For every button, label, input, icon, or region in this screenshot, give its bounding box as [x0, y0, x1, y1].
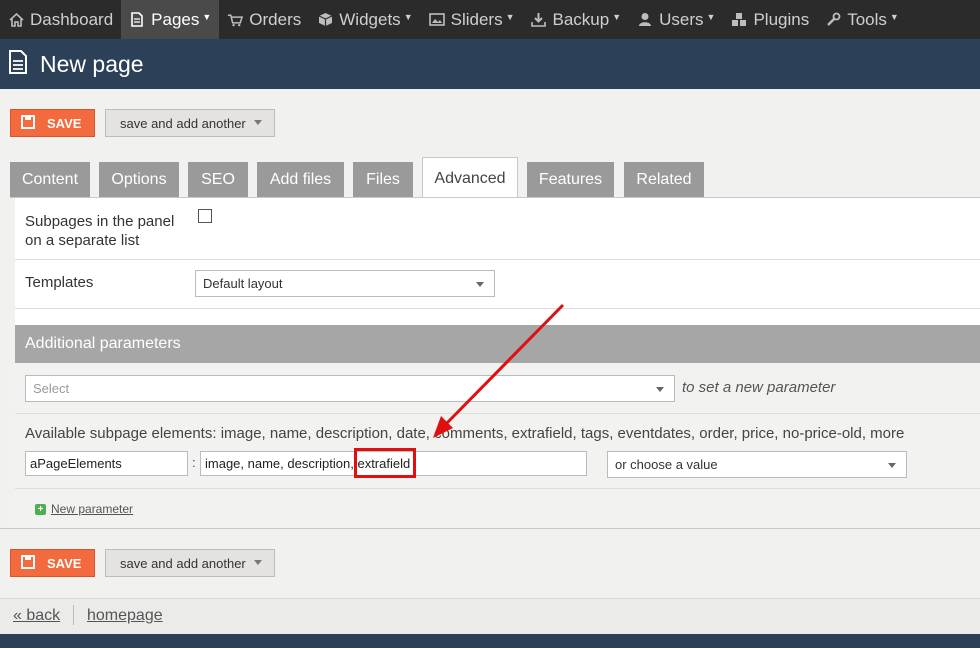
floppy-disk-icon — [21, 554, 35, 572]
nav-label: Sliders — [450, 9, 503, 29]
row-divider — [15, 488, 980, 489]
parameter-name-input[interactable]: aPageElements — [25, 451, 188, 476]
tab-content[interactable]: Content — [10, 162, 90, 198]
nav-label: Tools — [847, 9, 887, 29]
caret-down-icon — [476, 282, 484, 287]
new-parameter-link[interactable]: + New parameter — [35, 502, 133, 516]
footer-divider — [73, 605, 74, 625]
row-divider — [15, 308, 980, 309]
caret-down-icon: ▼ — [403, 11, 413, 22]
subpages-label: Subpages in the panel on a separate list — [25, 212, 174, 250]
new-parameter-label: New parameter — [51, 502, 134, 516]
additional-parameters-header: Additional parameters — [15, 325, 980, 363]
caret-down-icon: ▼ — [889, 11, 899, 22]
home-icon — [8, 12, 24, 28]
row-divider — [15, 413, 980, 414]
nav-label: Plugins — [753, 9, 810, 29]
caret-down-icon: ▼ — [706, 11, 716, 22]
page-header: New page — [0, 39, 980, 89]
cart-icon — [227, 12, 244, 28]
tab-advanced[interactable]: Advanced — [422, 157, 518, 199]
parameter-separator: : — [192, 455, 196, 470]
nav-item-orders[interactable]: Orders — [219, 0, 309, 39]
page-title: New page — [40, 50, 144, 77]
wrench-icon — [825, 12, 841, 28]
caret-down-icon: ▼ — [505, 11, 515, 22]
nav-item-sliders[interactable]: Sliders ▼ — [421, 0, 523, 39]
nav-item-users[interactable]: Users ▼ — [629, 0, 723, 39]
homepage-link[interactable]: homepage — [87, 607, 163, 625]
tab-options[interactable]: Options — [99, 162, 179, 198]
caret-down-icon — [656, 387, 664, 392]
nav-item-widgets[interactable]: Widgets ▼ — [309, 0, 420, 39]
annotation-highlight-box — [354, 448, 416, 478]
templates-select-value: Default layout — [203, 276, 283, 291]
nav-label: Backup — [552, 9, 610, 29]
plus-icon: + — [35, 503, 46, 515]
tab-bar: Content Options SEO Add files Files Adva… — [10, 157, 980, 199]
subpages-label-line2: on a separate list — [25, 232, 140, 249]
save-button-bottom[interactable]: SAVE — [10, 549, 95, 577]
parameter-select-placeholder: Select — [33, 381, 70, 396]
nav-item-pages[interactable]: Pages ▼ — [121, 0, 220, 39]
top-navigation: Dashboard Pages ▼ Orders Widgets ▼ Slide… — [0, 0, 980, 39]
row-divider — [15, 259, 980, 260]
save-label: SAVE — [47, 115, 82, 131]
templates-label: Templates — [25, 274, 94, 291]
nav-item-backup[interactable]: Backup ▼ — [523, 0, 630, 39]
document-icon — [8, 49, 28, 79]
nav-label: Pages — [151, 9, 200, 29]
nav-item-plugins[interactable]: Plugins — [723, 0, 817, 39]
image-icon — [428, 12, 445, 28]
save-and-add-another-label: save and add another — [120, 555, 246, 571]
parameter-hint: to set a new parameter — [682, 379, 836, 396]
caret-down-icon — [254, 120, 262, 125]
back-link[interactable]: « back — [13, 607, 60, 625]
nav-label: Dashboard — [30, 9, 114, 29]
nav-label: Users — [659, 9, 704, 29]
floppy-disk-icon — [21, 114, 35, 132]
tab-add-files[interactable]: Add files — [257, 162, 344, 198]
templates-select[interactable]: Default layout — [195, 270, 495, 297]
choose-value-label: or choose a value — [615, 457, 718, 472]
cubes-icon — [731, 12, 747, 28]
tab-related[interactable]: Related — [624, 162, 704, 198]
document-icon — [129, 12, 145, 28]
save-and-add-another-label: save and add another — [120, 115, 246, 131]
download-icon — [531, 12, 547, 28]
caret-down-icon — [254, 560, 262, 565]
available-elements-text: Available subpage elements: image, name,… — [25, 425, 905, 442]
subpages-checkbox[interactable] — [198, 209, 212, 223]
nav-label: Widgets — [339, 9, 401, 29]
subpages-label-line1: Subpages in the panel — [25, 213, 175, 230]
nav-label: Orders — [249, 9, 302, 29]
nav-item-tools[interactable]: Tools ▼ — [817, 0, 907, 39]
tab-files[interactable]: Files — [353, 162, 413, 198]
caret-down-icon — [888, 463, 896, 468]
tab-seo[interactable]: SEO — [188, 162, 248, 198]
tab-features[interactable]: Features — [527, 162, 614, 198]
caret-down-icon: ▼ — [612, 11, 622, 22]
save-and-add-another-button[interactable]: save and add another — [105, 109, 275, 137]
nav-item-dashboard[interactable]: Dashboard — [0, 0, 121, 39]
panel-bottom-divider — [0, 528, 980, 529]
parameter-select[interactable]: Select — [25, 375, 675, 402]
user-icon — [637, 12, 653, 28]
cube-icon — [317, 12, 333, 28]
choose-value-select[interactable]: or choose a value — [607, 451, 907, 478]
caret-down-icon: ▼ — [202, 11, 212, 22]
save-and-add-another-button-bottom[interactable]: save and add another — [105, 549, 275, 577]
save-label: SAVE — [47, 555, 82, 571]
bottom-bar — [0, 634, 980, 648]
save-button[interactable]: SAVE — [10, 109, 95, 137]
